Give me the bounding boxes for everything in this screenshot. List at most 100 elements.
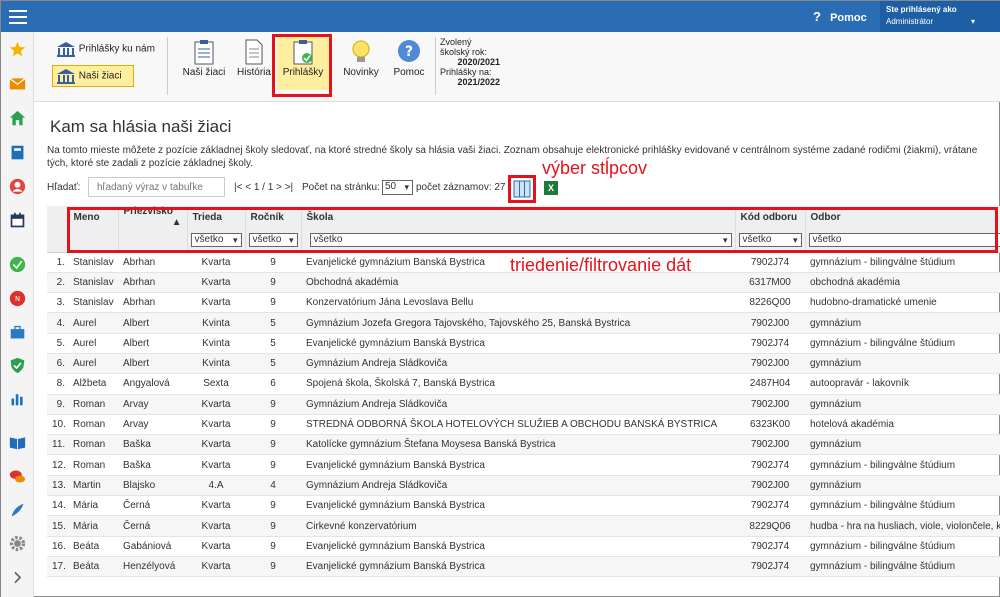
table-cell: STREDNÁ ODBORNÁ ŠKOLA HOTELOVÝCH SLUŽIEB… <box>301 414 735 436</box>
per-page-select[interactable]: 50 <box>382 180 413 195</box>
lightbulb-icon <box>352 40 370 62</box>
table-cell: 9 <box>245 434 301 456</box>
pomoc-button[interactable]: ? Pomoc <box>389 39 429 78</box>
table-cell: 9 <box>245 272 301 294</box>
table-cell: 7902J00 <box>735 312 805 334</box>
table-row[interactable]: 3. Stanislav Abrhan Kvarta 9 Konzervatórium J… <box>47 292 1000 314</box>
calendar-icon[interactable] <box>9 212 26 229</box>
table-cell: hotelová akadémia <box>805 414 1000 436</box>
table-cell: Cirkevné konzervatórium <box>301 515 735 537</box>
table-row[interactable]: 5. Aurel Albert Kvinta 5 Evanjelické gymnáziu… <box>47 333 1000 354</box>
table-cell: 7902J74 <box>735 495 805 517</box>
table-cell: Spojená škola, Školská 7, Banská Bystric… <box>301 373 735 395</box>
nasi-ziaci-button[interactable]: Naši žiaci <box>180 39 228 78</box>
table-cell: 10. <box>47 414 68 436</box>
svg-text:N: N <box>15 295 20 303</box>
user-label: Ste prihlásený ako <box>886 5 957 14</box>
bar-chart-icon[interactable] <box>9 390 26 407</box>
table-cell: 9 <box>245 515 301 537</box>
prihlasky-ku-nam-button[interactable]: Prihlášky ku nám <box>56 41 155 57</box>
table-row[interactable]: 13. Martin Blajsko 4.A 4 Gymnázium Andreja Sl… <box>47 475 1000 497</box>
search-input[interactable] <box>88 177 225 197</box>
excel-export-icon[interactable]: X <box>544 181 558 195</box>
table-cell: Gymnázium Jozefa Gregora Tajovského, Taj… <box>301 312 735 334</box>
gear-icon[interactable] <box>9 535 26 552</box>
feather-icon[interactable] <box>9 502 26 519</box>
table-cell: gymnázium - bilingválne štúdium <box>805 495 1000 517</box>
table-cell: 5 <box>245 333 301 354</box>
table-cell: Mária <box>68 495 118 517</box>
table-cell: Martin <box>68 475 118 497</box>
badge-icon[interactable]: N <box>9 290 26 307</box>
table-cell: Evanjelické gymnázium Banská Bystrica <box>301 556 735 578</box>
table-cell: Blajsko <box>118 475 187 497</box>
menu-icon[interactable] <box>9 6 27 26</box>
table-cell: 8229Q06 <box>735 515 805 537</box>
table-row[interactable]: 15. Mária Černá Kvarta 9 Cirkevné konzervatór… <box>47 515 1000 537</box>
table-row[interactable]: 17. Beáta Henzélyová Kvarta 9 Evanjelické gym… <box>47 556 1000 578</box>
pager[interactable]: |< < 1 / 1 > >| <box>234 182 293 193</box>
table-cell: 6 <box>245 373 301 395</box>
mail-icon[interactable] <box>9 75 26 92</box>
table-cell: Angyalová <box>118 373 187 395</box>
table-cell: 5 <box>245 312 301 334</box>
briefcase-icon[interactable] <box>9 324 26 341</box>
question-icon: ? <box>813 9 821 24</box>
user-menu[interactable]: Ste prihlásený ako Administrátor <box>880 1 1000 32</box>
shield-check-icon[interactable] <box>9 357 26 374</box>
table-cell: Konzervatórium Jána Levoslava Bellu <box>301 292 735 314</box>
table-cell: Kvinta <box>187 353 245 375</box>
table-cell: 5. <box>47 333 68 354</box>
table-row[interactable]: 12. Roman Baška Kvarta 9 Evanjelické gymnáziu… <box>47 454 1000 476</box>
table-row[interactable]: 2. Stanislav Abrhan Kvarta 9 Obchodná akadémi… <box>47 272 1000 294</box>
table-cell: Albert <box>118 312 187 334</box>
table-row[interactable]: 11. Roman Baška Kvarta 9 Katolícke gymnázium … <box>47 434 1000 456</box>
table-cell: 6317M00 <box>735 272 805 294</box>
open-book-icon[interactable] <box>9 434 26 451</box>
table-row[interactable]: 16. Beáta Gabániová Kvarta 9 Evanjelické gymn… <box>47 536 1000 557</box>
table-row[interactable]: 10. Roman Arvay Kvarta 9 STREDNÁ ODBORNÁ ŠKOL… <box>47 414 1000 436</box>
table-cell: gymnázium <box>805 475 1000 497</box>
table-cell: Evanjelické gymnázium Banská Bystrica <box>301 536 735 557</box>
table-cell: Baška <box>118 454 187 476</box>
table-cell: gymnázium <box>805 312 1000 334</box>
table-cell: 9 <box>245 556 301 578</box>
book-icon[interactable] <box>9 144 26 161</box>
historia-button[interactable]: História <box>234 39 274 78</box>
table-row[interactable]: 14. Mária Černá Kvarta 9 Evanjelické gymnáziu… <box>47 495 1000 517</box>
table-cell: Evanjelické gymnázium Banská Bystrica <box>301 495 735 517</box>
person-icon[interactable] <box>9 178 26 195</box>
clipboard-icon <box>194 40 214 65</box>
table-row[interactable]: 1. Stanislav Abrhan Kvarta 9 Evanjelické gymn… <box>47 252 1000 273</box>
divider <box>435 37 436 95</box>
chat-icon[interactable] <box>9 468 26 485</box>
nasi-ziaci-side-button[interactable]: Naši žiaci <box>52 65 134 87</box>
column-picker-button[interactable] <box>508 175 536 203</box>
table-cell: Mária <box>68 515 118 537</box>
table-cell: 15. <box>47 515 68 537</box>
table-cell: Beáta <box>68 556 118 578</box>
table-cell: Roman <box>68 414 118 436</box>
table-cell: 1. <box>47 252 68 273</box>
table-row[interactable]: 6. Aurel Albert Kvinta 5 Gymnázium Andreja Sl… <box>47 353 1000 375</box>
table-row[interactable]: 4. Aurel Albert Kvinta 5 Gymnázium Jozefa Gre… <box>47 312 1000 334</box>
table-row[interactable]: 9. Roman Arvay Kvarta 9 Gymnázium Andreja Slá… <box>47 394 1000 415</box>
table-cell: Kvarta <box>187 434 245 456</box>
chevron-right-icon[interactable] <box>9 569 26 586</box>
table-cell: Roman <box>68 434 118 456</box>
help-link[interactable]: ? Pomoc <box>813 9 867 24</box>
star-icon[interactable] <box>9 41 26 58</box>
novinky-button[interactable]: Novinky <box>339 39 383 78</box>
data-grid: Meno Priezvisko ▲ Trieda Ročník Škola Kó… <box>47 206 1000 597</box>
table-cell: Kvarta <box>187 292 245 314</box>
table-cell: Evanjelické gymnázium Banská Bystrica <box>301 454 735 476</box>
search-label: Hľadať: <box>47 182 81 193</box>
table-cell: Obchodná akadémia <box>301 272 735 294</box>
check-icon[interactable] <box>9 256 26 273</box>
table-row[interactable]: 8. Alžbeta Angyalová Sexta 6 Spojená škola, Š… <box>47 373 1000 395</box>
home-icon[interactable] <box>9 110 26 127</box>
table-cell: gymnázium <box>805 434 1000 456</box>
table-cell: gymnázium - bilingválne štúdium <box>805 536 1000 557</box>
table-cell: Roman <box>68 454 118 476</box>
table-cell: 9 <box>245 292 301 314</box>
